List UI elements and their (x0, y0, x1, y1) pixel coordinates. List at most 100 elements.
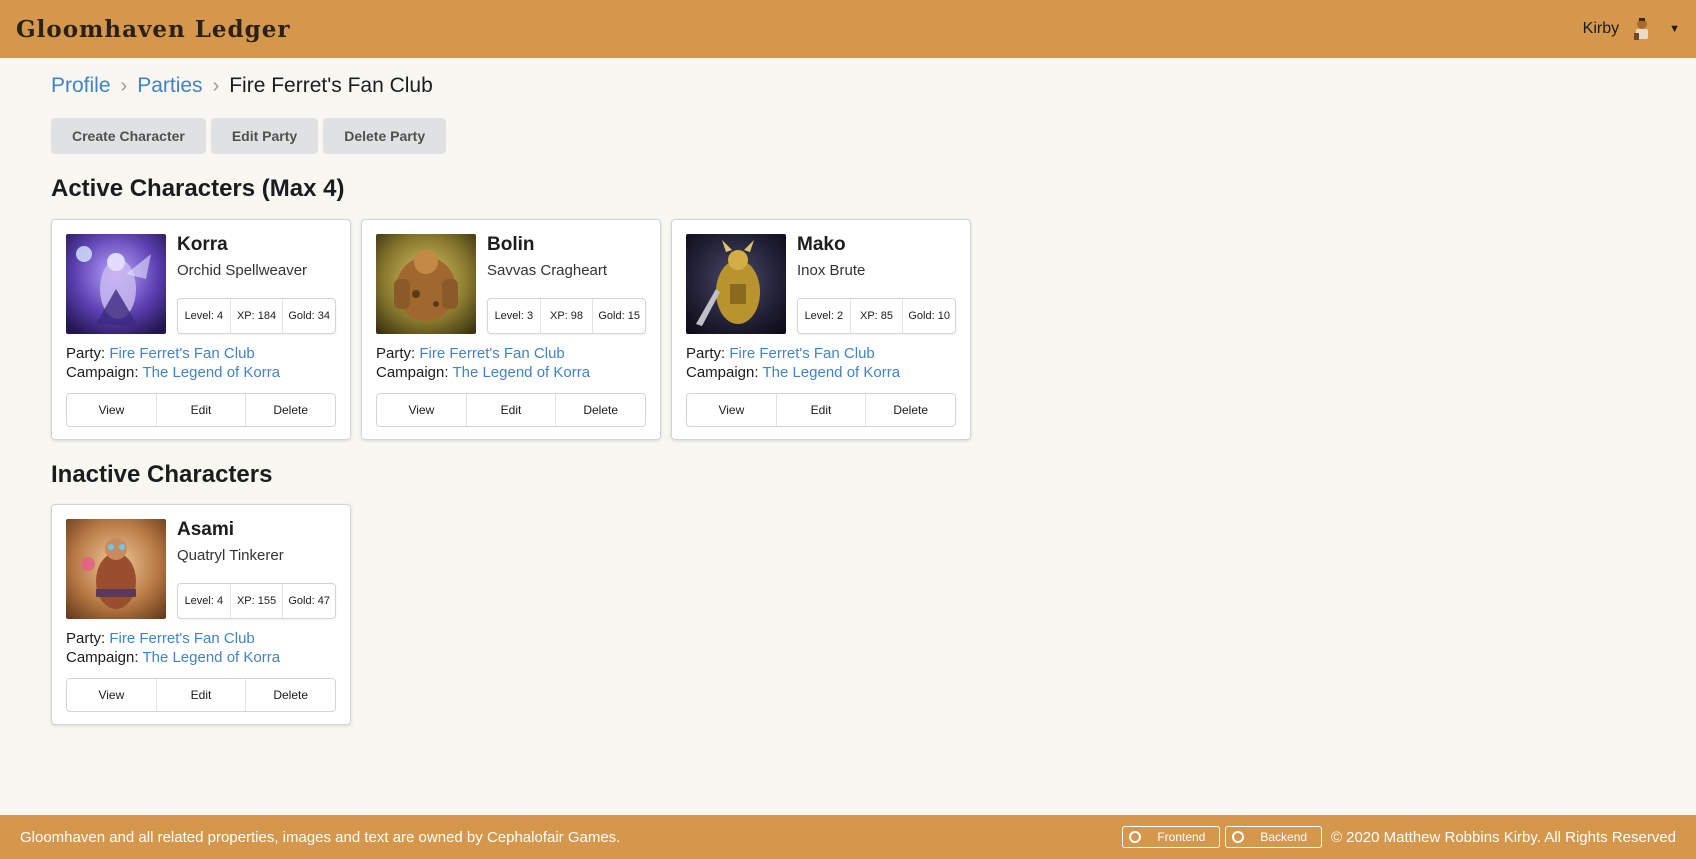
stat-xp: XP: 98 (541, 299, 594, 333)
character-card-asami: Asami Quatryl Tinkerer Level: 4 XP: 155 … (51, 504, 351, 725)
character-stats: Level: 2 XP: 85 Gold: 10 (797, 298, 956, 334)
character-portrait (66, 519, 166, 619)
party-link[interactable]: Fire Ferret's Fan Club (109, 345, 254, 362)
github-icon (1129, 831, 1142, 843)
character-stats: Level: 4 XP: 184 Gold: 34 (177, 298, 336, 334)
stat-xp: XP: 184 (231, 299, 284, 333)
active-characters-heading: Active Characters (Max 4) (51, 175, 345, 202)
character-name: Mako (797, 234, 846, 255)
brand-logo[interactable]: Gloomhaven Ledger (16, 16, 290, 43)
campaign-link[interactable]: The Legend of Korra (762, 364, 900, 381)
character-portrait (686, 234, 786, 334)
character-actions: View Edit Delete (66, 393, 336, 427)
edit-character-button[interactable]: Edit (777, 394, 867, 426)
view-character-button[interactable]: View (377, 394, 467, 426)
character-actions: View Edit Delete (376, 393, 646, 427)
character-campaign: Campaign: The Legend of Korra (686, 364, 900, 381)
edit-party-button[interactable]: Edit Party (210, 118, 319, 154)
top-nav-bar: Gloomhaven Ledger Kirby ▼ (0, 0, 1696, 58)
backend-repo-button[interactable]: Backend (1225, 826, 1323, 848)
party-link[interactable]: Fire Ferret's Fan Club (109, 630, 254, 647)
character-stats: Level: 3 XP: 98 Gold: 15 (487, 298, 646, 334)
stat-xp: XP: 155 (231, 584, 284, 618)
character-portrait (376, 234, 476, 334)
character-campaign: Campaign: The Legend of Korra (376, 364, 590, 381)
delete-party-button[interactable]: Delete Party (323, 118, 447, 154)
breadcrumb-profile-link[interactable]: Profile (51, 74, 111, 98)
party-label: Party: (66, 630, 106, 647)
character-party: Party: Fire Ferret's Fan Club (686, 345, 875, 362)
character-class: Inox Brute (797, 262, 866, 279)
campaign-label: Campaign: (66, 364, 139, 381)
view-character-button[interactable]: View (67, 394, 157, 426)
character-name: Korra (177, 234, 228, 255)
character-class: Savvas Cragheart (487, 262, 608, 279)
campaign-link[interactable]: The Legend of Korra (142, 649, 280, 666)
footer-links: Frontend Backend © 2020 Matthew Robbins … (1122, 826, 1676, 848)
edit-character-button[interactable]: Edit (157, 394, 247, 426)
stat-level: Level: 3 (488, 299, 541, 333)
stat-xp: XP: 85 (851, 299, 904, 333)
stat-gold: Gold: 15 (598, 310, 640, 322)
breadcrumb-parties-link[interactable]: Parties (137, 74, 202, 98)
inactive-characters-heading: Inactive Characters (51, 461, 273, 488)
chevron-down-icon[interactable]: ▼ (1669, 23, 1680, 35)
character-party: Party: Fire Ferret's Fan Club (66, 630, 255, 647)
character-actions: View Edit Delete (686, 393, 956, 427)
character-campaign: Campaign: The Legend of Korra (66, 649, 280, 666)
character-card-korra: Korra Orchid Spellweaver Level: 4 XP: 18… (51, 219, 351, 440)
party-label: Party: (66, 345, 106, 362)
party-label: Party: (686, 345, 726, 362)
view-character-button[interactable]: View (687, 394, 777, 426)
campaign-link[interactable]: The Legend of Korra (142, 364, 280, 381)
character-party: Party: Fire Ferret's Fan Club (66, 345, 255, 362)
character-portrait (66, 234, 166, 334)
edit-character-button[interactable]: Edit (467, 394, 557, 426)
stat-level: Level: 4 (178, 584, 231, 618)
party-link[interactable]: Fire Ferret's Fan Club (729, 345, 874, 362)
edit-character-button[interactable]: Edit (157, 679, 247, 711)
party-label: Party: (376, 345, 416, 362)
campaign-label: Campaign: (66, 649, 139, 666)
create-character-button[interactable]: Create Character (51, 118, 206, 154)
party-link[interactable]: Fire Ferret's Fan Club (419, 345, 564, 362)
delete-character-button[interactable]: Delete (246, 679, 335, 711)
backend-label: Backend (1260, 830, 1308, 844)
footer-notice: Gloomhaven and all related properties, i… (20, 828, 621, 846)
breadcrumb: Profile › Parties › Fire Ferret's Fan Cl… (51, 74, 433, 98)
github-icon (1232, 831, 1245, 843)
delete-character-button[interactable]: Delete (866, 394, 955, 426)
chevron-right-icon: › (212, 74, 220, 97)
campaign-label: Campaign: (376, 364, 449, 381)
party-actions: Create Character Edit Party Delete Party (51, 118, 447, 154)
campaign-label: Campaign: (686, 364, 759, 381)
stat-level: Level: 4 (178, 299, 231, 333)
frontend-label: Frontend (1157, 830, 1206, 844)
stat-gold: Gold: 34 (288, 310, 330, 322)
character-class: Quatryl Tinkerer (177, 547, 284, 564)
view-character-button[interactable]: View (67, 679, 157, 711)
character-class: Orchid Spellweaver (177, 262, 308, 279)
character-campaign: Campaign: The Legend of Korra (66, 364, 280, 381)
stat-gold: Gold: 10 (908, 310, 950, 322)
delete-character-button[interactable]: Delete (246, 394, 335, 426)
user-name: Kirby (1582, 20, 1620, 37)
frontend-repo-button[interactable]: Frontend (1122, 826, 1221, 848)
chevron-right-icon: › (120, 74, 128, 97)
character-name: Asami (177, 519, 235, 540)
character-name: Bolin (487, 234, 535, 255)
character-stats: Level: 4 XP: 155 Gold: 47 (177, 583, 336, 619)
copyright: © 2020 Matthew Robbins Kirby. All Rights… (1331, 829, 1676, 846)
user-avatar-icon (1629, 16, 1656, 42)
character-party: Party: Fire Ferret's Fan Club (376, 345, 565, 362)
stat-level: Level: 2 (798, 299, 851, 333)
delete-character-button[interactable]: Delete (556, 394, 645, 426)
stat-gold: Gold: 47 (288, 595, 330, 607)
character-card-bolin: Bolin Savvas Cragheart Level: 3 XP: 98 G… (361, 219, 661, 440)
campaign-link[interactable]: The Legend of Korra (452, 364, 590, 381)
character-actions: View Edit Delete (66, 678, 336, 712)
copyright-text: 2020 Matthew Robbins Kirby. All Rights R… (1346, 828, 1676, 846)
breadcrumb-current: Fire Ferret's Fan Club (229, 74, 433, 97)
user-menu[interactable]: Kirby ▼ (1583, 16, 1680, 42)
copyright-icon: © (1331, 828, 1343, 846)
